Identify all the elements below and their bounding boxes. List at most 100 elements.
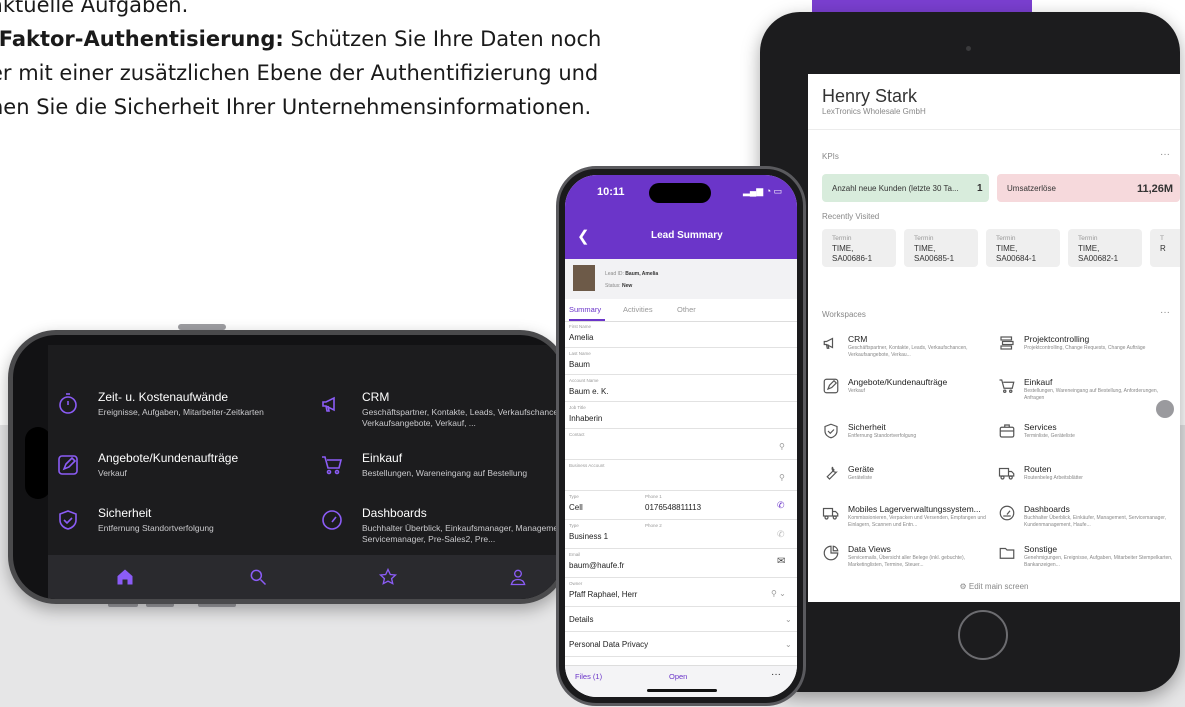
workspace-desc: Verkauf bbox=[848, 388, 865, 394]
dynamic-island bbox=[649, 183, 711, 203]
search-icon[interactable] bbox=[248, 567, 268, 587]
tablet-camera bbox=[966, 46, 971, 51]
tab-summary[interactable]: Summary bbox=[569, 305, 601, 314]
last-name-field[interactable]: Last Name Baum bbox=[565, 348, 797, 375]
recent-card[interactable]: Termin TIME, SA00685-1 bbox=[904, 229, 978, 267]
tab-other[interactable]: Other bbox=[677, 305, 696, 314]
edit-main-screen-button[interactable]: ⚙ Edit main screen bbox=[808, 582, 1180, 591]
workspace-services[interactable]: Services Terminliste, Geräteliste bbox=[998, 422, 1176, 452]
phone2-type[interactable]: Business 1 bbox=[569, 532, 608, 541]
menu-item-crm[interactable]: CRM Geschäftspartner, Kontakte, Leads, V… bbox=[320, 390, 563, 438]
account-name-field[interactable]: Account Name Baum e. K. bbox=[565, 375, 797, 402]
search-icon[interactable]: ⚲ bbox=[779, 473, 785, 482]
field-label: First Name bbox=[569, 324, 592, 329]
field-label: Last Name bbox=[569, 351, 591, 356]
search-icon[interactable]: ⚲ bbox=[779, 442, 785, 451]
recent-card-type: Termin bbox=[832, 235, 852, 242]
workspace-desc: Servicemails, Übersicht aller Belege (in… bbox=[848, 555, 965, 568]
home-indicator bbox=[647, 689, 717, 692]
back-chevron-icon[interactable]: ❮ bbox=[577, 227, 590, 245]
more-button[interactable]: ··· bbox=[771, 669, 781, 680]
open-button[interactable]: Open bbox=[669, 672, 687, 681]
status-time: 10:11 bbox=[597, 186, 625, 198]
recent-card[interactable]: T R bbox=[1150, 229, 1180, 267]
bottom-tab-bar bbox=[48, 555, 563, 599]
phone1-value[interactable]: 0176548811113 bbox=[645, 503, 701, 512]
workspaces-more-button[interactable]: ··· bbox=[1160, 307, 1170, 318]
recent-card[interactable]: Termin TIME, SA00682-1 bbox=[1068, 229, 1142, 267]
recent-card-line2: SA00682-1 bbox=[1078, 254, 1119, 263]
tablet-device: Henry Stark LexTronics Wholesale GmbH KP… bbox=[760, 12, 1180, 692]
recently-visited-title: Recently Visited bbox=[822, 212, 880, 221]
workspace-title: CRM bbox=[848, 334, 868, 344]
details-section[interactable]: Details ⌄ bbox=[565, 607, 797, 632]
home-button[interactable] bbox=[958, 610, 1008, 660]
user-icon[interactable] bbox=[508, 567, 528, 587]
recent-card-line1: TIME, bbox=[832, 244, 854, 253]
star-icon[interactable] bbox=[378, 567, 398, 587]
edit-fab-icon[interactable] bbox=[1156, 400, 1174, 418]
kpis-more-button[interactable]: ··· bbox=[1160, 149, 1170, 160]
privacy-section[interactable]: Personal Data Privacy ⌄ bbox=[565, 632, 797, 657]
workspace-desc: Bestellungen, Wareneingang auf Bestellun… bbox=[1024, 388, 1159, 401]
workspace-desc: Projektcontrolling, Change Requests, Cha… bbox=[1024, 345, 1146, 351]
menu-item-sicherheit[interactable]: Sicherheit Entfernung Standortverfolgung bbox=[56, 506, 296, 554]
contact-field[interactable]: Contact ⚲ bbox=[565, 429, 797, 460]
tab-activities[interactable]: Activities bbox=[623, 305, 653, 314]
owner-field[interactable]: Owner Pfaff Raphael, Herr ⚲ ⌄ bbox=[565, 578, 797, 607]
recent-card-line1: R bbox=[1160, 244, 1166, 253]
chevron-down-icon: ⌄ bbox=[785, 615, 792, 624]
phone1-row[interactable]: Type Cell Phone 1 0176548811113 ✆ bbox=[565, 491, 797, 520]
field-label: Phone 1 bbox=[645, 494, 662, 499]
workspace-data-views[interactable]: Data Views Servicemails, Übersicht aller… bbox=[822, 544, 1000, 574]
menu-item-dashboards[interactable]: Dashboards Buchhalter Überblick, Einkauf… bbox=[320, 506, 563, 554]
workspace-angebote[interactable]: Angebote/Kundenaufträge Verkauf bbox=[822, 377, 1000, 407]
workspace-lagerverwaltung[interactable]: Mobiles Lagerverwaltungssystem... Kommis… bbox=[822, 504, 1000, 534]
mail-icon[interactable]: ✉ bbox=[777, 556, 785, 567]
recent-card[interactable]: Termin TIME, SA00686-1 bbox=[822, 229, 896, 267]
first-name-field[interactable]: First Name Amelia bbox=[565, 321, 797, 348]
workspace-title: Sonstige bbox=[1024, 544, 1058, 554]
search-icon[interactable]: ⚲ ⌄ bbox=[771, 589, 786, 598]
email-field[interactable]: Email baum@haufe.fr ✉ bbox=[565, 549, 797, 578]
menu-item-title: Dashboards bbox=[362, 506, 427, 520]
workspace-sicherheit[interactable]: Sicherheit Entfernung Standortverfolgung bbox=[822, 422, 1000, 452]
kpi-label: Umsatzerlöse bbox=[1007, 184, 1056, 193]
workspace-projektcontrolling[interactable]: Projektcontrolling Projektcontrolling, C… bbox=[998, 334, 1176, 364]
phone-icon[interactable]: ✆ bbox=[777, 500, 785, 511]
files-button[interactable]: Files (1) bbox=[575, 672, 602, 681]
home-icon[interactable] bbox=[115, 567, 135, 587]
workspace-title: Dashboards bbox=[1024, 504, 1070, 514]
lead-id-value: Baum, Amelia bbox=[625, 271, 659, 277]
tablet-screen: Henry Stark LexTronics Wholesale GmbH KP… bbox=[808, 74, 1180, 602]
edit-icon bbox=[823, 378, 839, 394]
truck-icon bbox=[998, 467, 1015, 480]
edit-icon bbox=[58, 455, 78, 475]
menu-item-einkauf[interactable]: Einkauf Bestellungen, Wareneingang auf B… bbox=[320, 451, 560, 499]
phone2-row[interactable]: Type Business 1 Phone 2 ✆ bbox=[565, 520, 797, 549]
phone-icon[interactable]: ✆ bbox=[777, 529, 785, 540]
landscape-screen: Zeit- u. Kostenaufwände Ereignisse, Aufg… bbox=[48, 345, 563, 599]
menu-item-desc: Geschäftspartner, Kontakte, Leads, Verka… bbox=[362, 407, 566, 428]
menu-item-zeit[interactable]: Zeit- u. Kostenaufwände Ereignisse, Aufg… bbox=[56, 390, 296, 438]
job-title-field[interactable]: Job Title Inhaberin bbox=[565, 402, 797, 429]
workspace-title: Projektcontrolling bbox=[1024, 334, 1090, 344]
menu-item-angebote[interactable]: Angebote/Kundenaufträge Verkauf bbox=[56, 451, 296, 499]
workspace-geraete[interactable]: Geräte Geräteliste bbox=[822, 464, 1000, 494]
workspaces-title: Workspaces bbox=[822, 310, 866, 319]
phone1-type[interactable]: Cell bbox=[569, 503, 583, 512]
workspace-dashboards[interactable]: Dashboards Buchhalter Überblick, Einkäuf… bbox=[998, 504, 1176, 534]
intro-line-4: hen Sie die Sicherheit Ihrer Unternehmen… bbox=[0, 95, 592, 119]
workspace-einkauf[interactable]: Einkauf Bestellungen, Wareneingang auf B… bbox=[998, 377, 1176, 407]
cart-icon bbox=[999, 379, 1015, 393]
workspace-routen[interactable]: Routen Routenbeleg Arbeitsblätter bbox=[998, 464, 1176, 494]
business-account-field[interactable]: Business Account ⚲ bbox=[565, 460, 797, 491]
workspace-sonstige[interactable]: Sonstige Genehmigungen, Ereignisse, Aufg… bbox=[998, 544, 1176, 574]
stack-icon bbox=[1000, 336, 1014, 350]
kpi-revenue[interactable]: Umsatzerlöse 11,26M bbox=[997, 174, 1180, 202]
workspace-crm[interactable]: CRM Geschäftspartner, Kontakte, Leads, V… bbox=[822, 334, 1000, 364]
kpi-value: 11,26M bbox=[1137, 183, 1174, 195]
recent-card[interactable]: Termin TIME, SA00684-1 bbox=[986, 229, 1060, 267]
menu-item-desc: Bestellungen, Wareneingang auf Bestellun… bbox=[362, 468, 528, 478]
kpi-new-customers[interactable]: Anzahl neue Kunden (letzte 30 Ta... 1 bbox=[822, 174, 989, 202]
